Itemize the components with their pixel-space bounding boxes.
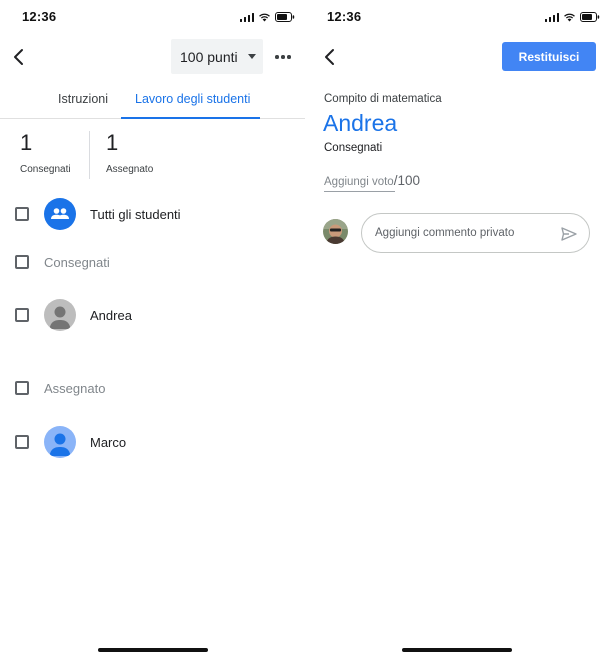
caret-down-icon: [248, 54, 256, 59]
back-button[interactable]: [8, 46, 30, 68]
status-bar: 12:36: [0, 0, 305, 34]
commenter-avatar: [323, 219, 348, 244]
student-name-andrea: Andrea: [90, 308, 132, 323]
tab-bar: Istruzioni Lavoro degli studenti: [0, 80, 305, 119]
people-group-icon: [44, 198, 76, 230]
stats-divider: [89, 131, 90, 179]
grade-field[interactable]: Aggiungi voto/100: [324, 172, 420, 192]
back-button[interactable]: [319, 46, 341, 68]
stat-turned-in-count: 1: [20, 130, 33, 155]
comment-placeholder: Aggiungi commento privato: [375, 227, 515, 239]
person-icon: [44, 426, 76, 458]
stats-summary: 1 Consegnati 1 Assegnato: [0, 130, 305, 182]
student-work-screen: 12:36 100 punti Istruzioni Lavoro degli …: [0, 0, 305, 660]
signal-icon: [239, 12, 254, 22]
section-assigned-checkbox[interactable]: [15, 381, 29, 395]
grade-max: /100: [393, 173, 420, 188]
student-row-andrea[interactable]: Andrea: [0, 298, 305, 334]
student-checkbox-andrea[interactable]: [15, 308, 29, 322]
stat-turned-in-label: Consegnati: [20, 164, 71, 175]
points-dropdown[interactable]: 100 punti: [171, 39, 263, 74]
assignment-title: Compito di matematica: [324, 93, 442, 105]
section-turned-in-label: Consegnati: [44, 255, 110, 270]
all-students-checkbox[interactable]: [15, 207, 29, 221]
home-indicator[interactable]: [98, 648, 208, 652]
status-time: 12:36: [327, 9, 362, 24]
section-assigned-row[interactable]: Assegnato: [0, 371, 305, 407]
active-tab-indicator: [121, 117, 260, 119]
home-indicator[interactable]: [402, 648, 512, 652]
chevron-left-icon: [325, 49, 334, 65]
section-assigned-label: Assegnato: [44, 381, 106, 396]
status-time: 12:36: [22, 9, 57, 24]
points-value: 100 punti: [180, 48, 238, 65]
section-turned-in-row[interactable]: Consegnati: [0, 245, 305, 281]
status-icons: [544, 12, 601, 22]
more-horizontal-icon: [275, 55, 279, 59]
battery-icon: [275, 12, 295, 22]
chevron-left-icon: [14, 49, 23, 65]
grade-underline: [324, 191, 395, 192]
wifi-icon: [258, 12, 271, 22]
wifi-icon: [563, 12, 576, 22]
student-name-marco: Marco: [90, 435, 127, 450]
return-button[interactable]: Restituisci: [502, 42, 596, 71]
stat-turned-in[interactable]: 1 Consegnati: [20, 130, 71, 175]
student-checkbox-marco[interactable]: [15, 435, 29, 449]
stat-assigned[interactable]: 1 Assegnato: [106, 130, 153, 175]
all-students-row[interactable]: Tutti gli studenti: [0, 197, 305, 233]
signal-icon: [544, 12, 559, 22]
student-detail-screen: 12:36 Restituisci Compito di matematica …: [305, 0, 610, 660]
tab-instructions[interactable]: Istruzioni: [58, 92, 108, 106]
stat-assigned-label: Assegnato: [106, 164, 154, 175]
all-students-label: Tutti gli studenti: [90, 207, 181, 222]
tab-student-work[interactable]: Lavoro degli studenti: [135, 92, 250, 106]
stat-assigned-count: 1: [106, 130, 119, 155]
private-comment-input[interactable]: Aggiungi commento privato: [361, 213, 590, 253]
more-options-button[interactable]: [270, 46, 296, 68]
student-row-marco[interactable]: Marco: [0, 425, 305, 461]
person-icon: [44, 299, 76, 331]
status-icons: [239, 12, 296, 22]
student-name: Andrea: [323, 110, 398, 136]
section-turned-in-checkbox[interactable]: [15, 255, 29, 269]
grade-input-placeholder: Aggiungi voto: [324, 176, 394, 188]
submission-status: Consegnati: [324, 142, 383, 154]
status-bar: 12:36: [305, 0, 610, 34]
battery-icon: [580, 12, 600, 22]
send-icon[interactable]: [560, 225, 578, 243]
